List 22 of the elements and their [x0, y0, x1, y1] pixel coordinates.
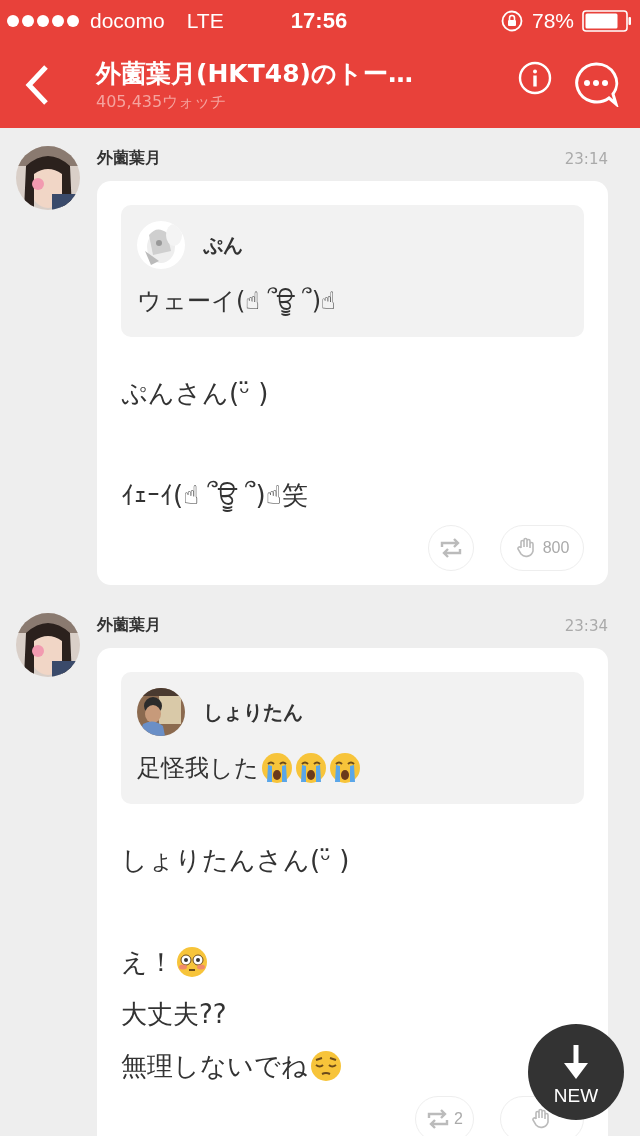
chat-title: 外薗葉月(HKT48)のトー…: [96, 58, 414, 90]
timestamp: 23:14: [564, 149, 608, 168]
message-text: しょりたんさん(ᵕ̈ ): [121, 843, 350, 877]
quoted-text: 足怪我した: [137, 753, 259, 784]
message-text: ぷんさん(ᵕ̈ ): [121, 376, 269, 410]
battery-percent: 78%: [531, 9, 574, 33]
author-name: 外薗葉月: [97, 148, 161, 169]
clap-button[interactable]: 800: [500, 525, 584, 571]
network: LTE: [186, 9, 224, 33]
message-text: ｲｪｰｲ(☝ ՞ਊ ՞)☝笑: [121, 478, 308, 513]
quoted-text: ウェーイ(☝ ՞ਊ ՞)☝: [137, 286, 336, 317]
timestamp: 23:34: [564, 616, 608, 635]
carrier: docomo: [90, 9, 165, 33]
watch-count: 405,435ウォッチ: [96, 92, 228, 113]
message-text: 無理しないでね: [121, 1049, 308, 1083]
message-text: 大丈夫??: [121, 997, 227, 1031]
quoted-author: しょりたん: [203, 698, 303, 726]
quoted-author: ぷん: [203, 231, 243, 259]
author-name: 外薗葉月: [97, 615, 161, 636]
repost-button[interactable]: 2: [415, 1096, 474, 1136]
clock: 17:56: [290, 8, 348, 34]
message-text: え！: [121, 945, 174, 979]
